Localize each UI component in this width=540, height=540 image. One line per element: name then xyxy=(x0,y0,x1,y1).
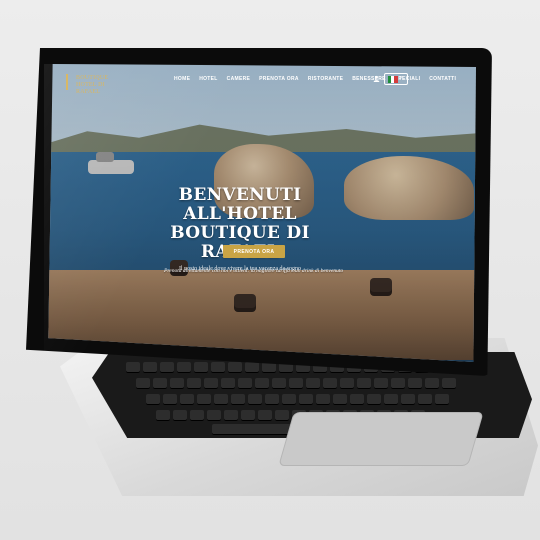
key[interactable] xyxy=(248,394,262,405)
key[interactable] xyxy=(187,378,201,389)
hero-tagline: Prenota direttamente con noi e ottieni: … xyxy=(164,268,344,274)
nav-item-camere[interactable]: CAMERE xyxy=(227,76,250,82)
hero-title-line1: BENVENUTI ALL'HOTEL xyxy=(178,185,302,224)
nav-item-prenota-ora[interactable]: PRENOTA ORA xyxy=(259,76,299,82)
key[interactable] xyxy=(160,362,174,373)
key[interactable] xyxy=(391,378,405,389)
nav-item-hotel[interactable]: HOTEL xyxy=(199,76,217,82)
key[interactable] xyxy=(197,394,211,405)
key[interactable] xyxy=(245,362,259,373)
key[interactable] xyxy=(255,378,269,389)
key[interactable] xyxy=(275,410,289,421)
key[interactable] xyxy=(316,394,330,405)
key[interactable] xyxy=(204,378,218,389)
logo-icon xyxy=(66,74,76,90)
key[interactable] xyxy=(173,410,187,421)
key[interactable] xyxy=(374,378,388,389)
key-row-2 xyxy=(136,378,456,389)
key[interactable] xyxy=(323,378,337,389)
stage: BOUTIQUE HOTEL DI RAFAEL HOME HOTEL CAME… xyxy=(0,0,540,540)
key[interactable] xyxy=(170,378,184,389)
key[interactable] xyxy=(194,362,208,373)
key[interactable] xyxy=(333,394,347,405)
key[interactable] xyxy=(401,394,415,405)
key[interactable] xyxy=(156,410,170,421)
key[interactable] xyxy=(357,378,371,389)
key[interactable] xyxy=(207,410,221,421)
brand-logo[interactable]: BOUTIQUE HOTEL DI RAFAEL xyxy=(66,74,122,95)
language-selector[interactable]: IT xyxy=(384,73,408,85)
key[interactable] xyxy=(177,362,191,373)
key[interactable] xyxy=(435,394,449,405)
website-screen: BOUTIQUE HOTEL DI RAFAEL HOME HOTEL CAME… xyxy=(48,64,476,362)
key[interactable] xyxy=(214,394,228,405)
key[interactable] xyxy=(418,394,432,405)
key[interactable] xyxy=(350,394,364,405)
key[interactable] xyxy=(265,394,279,405)
key[interactable] xyxy=(289,378,303,389)
key[interactable] xyxy=(146,394,160,405)
key[interactable] xyxy=(231,394,245,405)
key[interactable] xyxy=(258,410,272,421)
key[interactable] xyxy=(408,378,422,389)
trackpad[interactable] xyxy=(278,412,484,466)
flag-it-icon xyxy=(387,75,398,83)
key[interactable] xyxy=(211,362,225,373)
user-icon[interactable] xyxy=(373,75,380,82)
key[interactable] xyxy=(238,378,252,389)
key[interactable] xyxy=(272,378,286,389)
nav-item-home[interactable]: HOME xyxy=(174,76,190,82)
key[interactable] xyxy=(425,378,439,389)
key[interactable] xyxy=(153,378,167,389)
logo-text: BOUTIQUE HOTEL DI RAFAEL xyxy=(76,75,109,95)
nav-item-ristorante[interactable]: RISTORANTE xyxy=(308,76,343,82)
key[interactable] xyxy=(306,378,320,389)
key[interactable] xyxy=(340,378,354,389)
nav-item-contatti[interactable]: CONTATTI xyxy=(429,76,456,82)
key[interactable] xyxy=(180,394,194,405)
key[interactable] xyxy=(163,394,177,405)
nav-item-benessere[interactable]: BENESSERE xyxy=(352,76,386,82)
hero-content: BENVENUTI ALL'HOTEL BOUTIQUE DI RAFAEL I… xyxy=(130,185,350,273)
language-label: IT xyxy=(399,76,405,82)
key-row-3 xyxy=(146,394,449,405)
main-menu: HOME HOTEL CAMERE PRENOTA ORA RISTORANTE… xyxy=(174,76,456,82)
key[interactable] xyxy=(282,394,296,405)
key[interactable] xyxy=(384,394,398,405)
key[interactable] xyxy=(136,378,150,389)
key[interactable] xyxy=(367,394,381,405)
key[interactable] xyxy=(241,410,255,421)
key[interactable] xyxy=(126,362,140,373)
key[interactable] xyxy=(228,362,242,373)
key[interactable] xyxy=(143,362,157,373)
top-navbar: BOUTIQUE HOTEL DI RAFAEL HOME HOTEL CAME… xyxy=(48,64,476,95)
key[interactable] xyxy=(442,378,456,389)
key[interactable] xyxy=(299,394,313,405)
book-now-button[interactable]: PRENOTA ORA xyxy=(223,245,285,258)
key[interactable] xyxy=(221,378,235,389)
key[interactable] xyxy=(190,410,204,421)
key[interactable] xyxy=(224,410,238,421)
